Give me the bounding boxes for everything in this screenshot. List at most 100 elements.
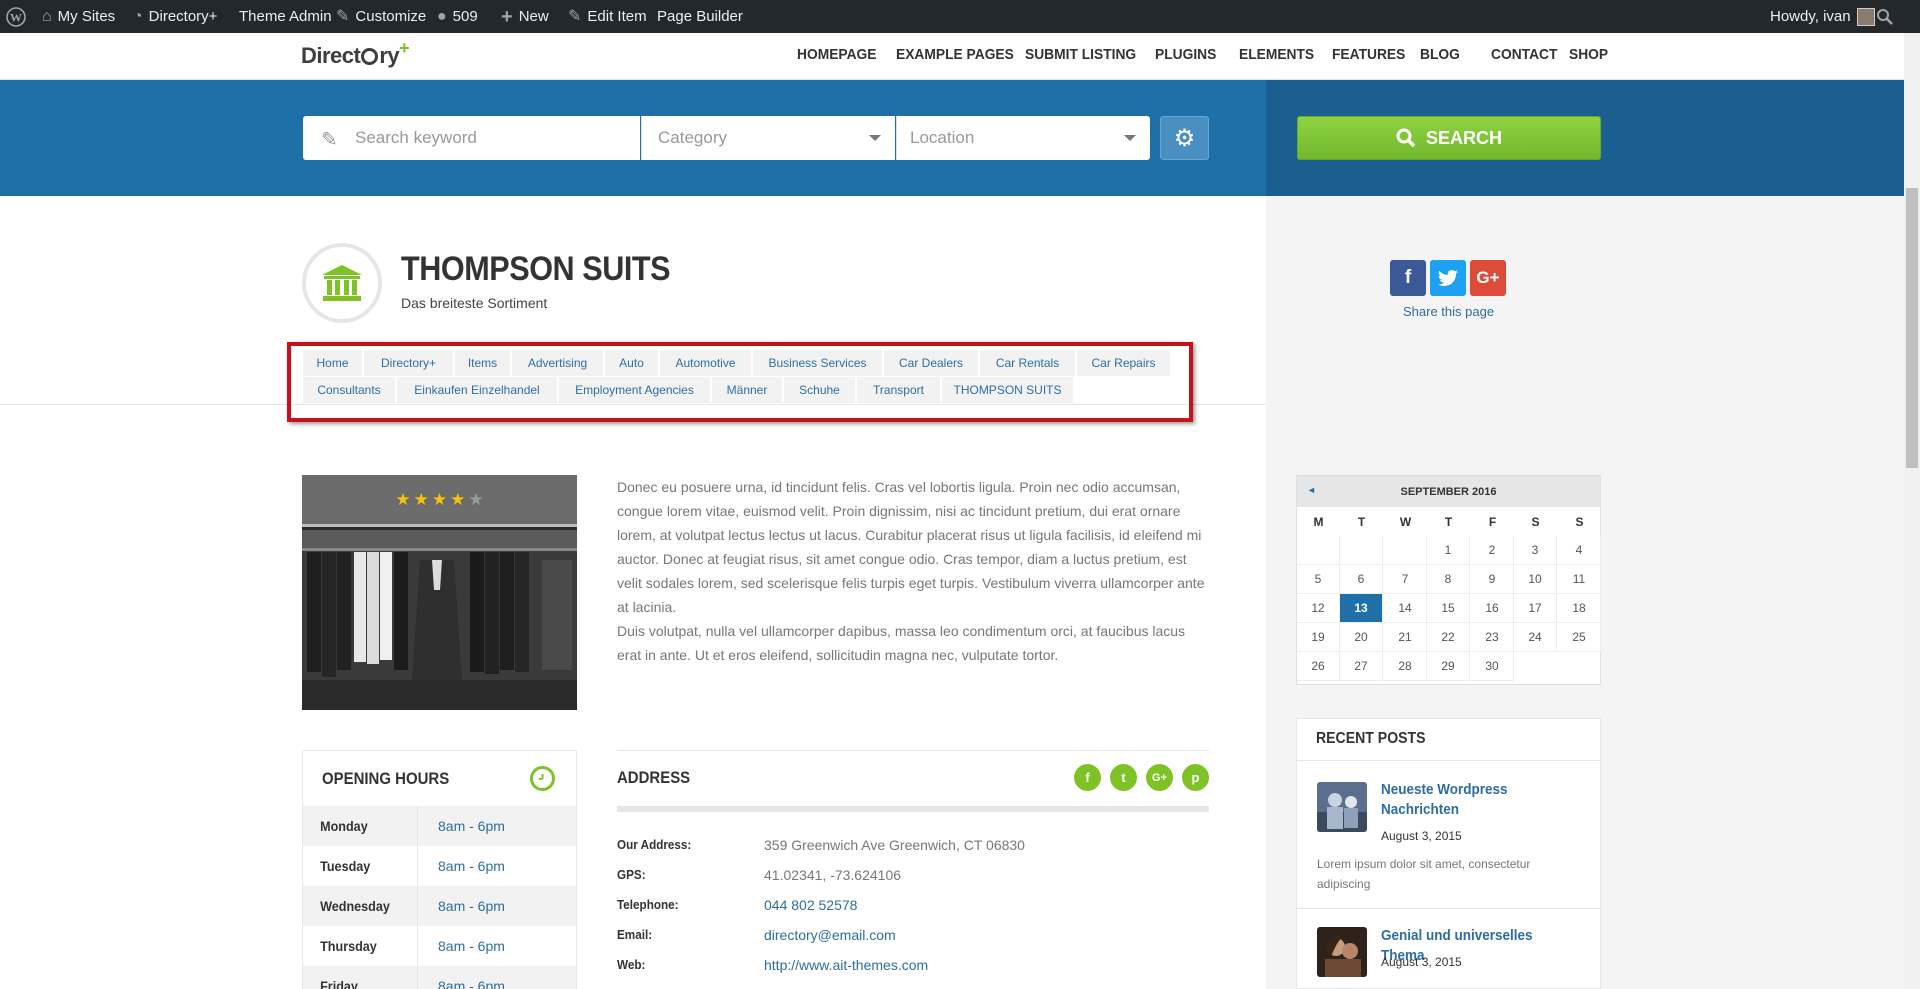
calendar-day[interactable]: 26 — [1297, 652, 1340, 681]
calendar-empty-cell — [1340, 536, 1383, 565]
calendar-day[interactable]: 24 — [1514, 623, 1557, 652]
calendar-day[interactable]: 6 — [1340, 565, 1383, 594]
search-button[interactable]: SEARCH — [1297, 116, 1601, 160]
address-label: Our Address: — [617, 837, 692, 852]
calendar-day[interactable]: 29 — [1427, 652, 1470, 681]
telephone-link[interactable]: 044 802 52578 — [764, 897, 857, 913]
calendar-day[interactable]: 16 — [1471, 594, 1514, 623]
hours-day: Monday — [320, 818, 368, 834]
calendar-day[interactable]: 20 — [1340, 623, 1383, 652]
breadcrumb-car-repairs[interactable]: Car Repairs — [1077, 350, 1171, 376]
nav-plugins[interactable]: PLUGINS — [1155, 46, 1216, 63]
calendar-day-today[interactable]: 13 — [1340, 594, 1383, 623]
calendar-day[interactable]: 19 — [1297, 623, 1340, 652]
calendar-day[interactable]: 22 — [1427, 623, 1470, 652]
breadcrumb-einkaufen[interactable]: Einkaufen Einzelhandel — [397, 377, 558, 403]
nav-example-pages[interactable]: EXAMPLE PAGES — [896, 46, 1014, 63]
new-content-menu[interactable]: + New — [501, 0, 549, 33]
bank-icon — [322, 265, 362, 301]
nav-contact[interactable]: CONTACT — [1491, 46, 1557, 63]
nav-shop[interactable]: SHOP — [1569, 46, 1608, 63]
account-menu[interactable]: Howdy, ivan — [1770, 0, 1875, 33]
post-thumbnail[interactable] — [1317, 782, 1367, 832]
customize-menu[interactable]: ✎ Customize — [336, 0, 426, 33]
post-title-link[interactable]: Neueste Wordpress Nachrichten — [1381, 780, 1561, 820]
advanced-search-button[interactable]: ⚙ — [1160, 116, 1209, 160]
calendar-day[interactable]: 1 — [1427, 536, 1470, 565]
facebook-share-button[interactable]: f — [1390, 260, 1426, 296]
post-thumbnail[interactable] — [1317, 927, 1367, 977]
breadcrumb-business-services[interactable]: Business Services — [753, 350, 883, 376]
breadcrumb-items[interactable]: Items — [455, 350, 511, 376]
nav-features[interactable]: FEATURES — [1332, 46, 1405, 63]
scrollbar-thumb[interactable] — [1906, 188, 1918, 468]
calendar-day[interactable]: 25 — [1558, 623, 1601, 652]
email-link[interactable]: directory@email.com — [764, 927, 896, 943]
calendar-day[interactable]: 18 — [1558, 594, 1601, 623]
google-plus-icon[interactable]: G+ — [1146, 764, 1173, 791]
scrollbar[interactable] — [1904, 33, 1920, 989]
breadcrumb-transport[interactable]: Transport — [857, 377, 941, 403]
calendar-day[interactable]: 7 — [1384, 565, 1427, 594]
breadcrumb-home[interactable]: Home — [303, 350, 363, 376]
breadcrumb-automotive[interactable]: Automotive — [660, 350, 752, 376]
google-plus-share-button[interactable]: G+ — [1470, 260, 1506, 296]
breadcrumb-car-rentals[interactable]: Car Rentals — [980, 350, 1076, 376]
pinterest-icon[interactable]: p — [1182, 764, 1209, 791]
calendar-day[interactable]: 27 — [1340, 652, 1383, 681]
site-logo[interactable]: Direct ry+ — [301, 38, 410, 69]
twitter-share-button[interactable] — [1430, 260, 1466, 296]
theme-admin-menu[interactable]: Theme Admin — [239, 0, 332, 33]
calendar-day[interactable]: 4 — [1558, 536, 1601, 565]
nav-submit-listing[interactable]: SUBMIT LISTING — [1025, 46, 1136, 63]
comment-icon: ● — [437, 7, 447, 25]
breadcrumb-advertising[interactable]: Advertising — [512, 350, 604, 376]
keyword-field[interactable]: ✎ Search keyword — [303, 116, 640, 160]
calendar-day[interactable]: 2 — [1471, 536, 1514, 565]
location-select[interactable]: Location — [896, 116, 1150, 160]
calendar-day[interactable]: 10 — [1514, 565, 1557, 594]
calendar-day[interactable]: 28 — [1384, 652, 1427, 681]
twitter-icon[interactable]: t — [1110, 764, 1137, 791]
nav-blog[interactable]: BLOG — [1420, 46, 1460, 63]
calendar-day[interactable]: 8 — [1427, 565, 1470, 594]
calendar-day[interactable]: 14 — [1384, 594, 1427, 623]
calendar-day[interactable]: 3 — [1514, 536, 1557, 565]
breadcrumb-consultants[interactable]: Consultants — [303, 377, 396, 403]
facebook-icon[interactable]: f — [1074, 764, 1101, 791]
breadcrumb-employment-agencies[interactable]: Employment Agencies — [559, 377, 711, 403]
breadcrumb-car-dealers[interactable]: Car Dealers — [884, 350, 979, 376]
calendar-day[interactable]: 21 — [1384, 623, 1427, 652]
comments-menu[interactable]: ● 509 — [437, 0, 478, 33]
calendar-day[interactable]: 17 — [1514, 594, 1557, 623]
page-builder-menu[interactable]: Page Builder — [657, 0, 743, 33]
calendar-day[interactable]: 15 — [1427, 594, 1470, 623]
breadcrumb-manner[interactable]: Männer — [712, 377, 783, 403]
clock-icon — [530, 766, 555, 791]
edit-item-menu[interactable]: ✎ Edit Item — [568, 0, 647, 33]
calendar-day[interactable]: 23 — [1471, 623, 1514, 652]
nav-homepage[interactable]: HOMEPAGE — [797, 46, 876, 63]
item-photo[interactable]: ★ ★ ★ ★ ★ — [302, 475, 577, 710]
calendar-day[interactable]: 12 — [1297, 594, 1340, 623]
comments-count: 509 — [452, 8, 478, 25]
site-name-menu[interactable]: ◔ Directory+ — [133, 0, 217, 33]
category-placeholder: Category — [658, 128, 727, 147]
breadcrumb-schuhe[interactable]: Schuhe — [784, 377, 856, 403]
wordpress-logo-icon[interactable]: W — [6, 0, 26, 33]
calendar-day[interactable]: 9 — [1471, 565, 1514, 594]
chevron-down-icon — [869, 135, 881, 141]
keyword-placeholder: Search keyword — [355, 128, 477, 147]
calendar-day[interactable]: 5 — [1297, 565, 1340, 594]
search-icon[interactable] — [1876, 0, 1894, 33]
web-link[interactable]: http://www.ait-themes.com — [764, 957, 928, 973]
calendar-day[interactable]: 30 — [1471, 652, 1514, 681]
sites-icon: ⌂ — [42, 7, 52, 25]
category-select[interactable]: Category — [641, 116, 895, 160]
breadcrumb-auto[interactable]: Auto — [605, 350, 659, 376]
calendar-prev-icon[interactable]: ◄ — [1307, 485, 1316, 495]
my-sites-menu[interactable]: ⌂ My Sites — [42, 0, 115, 33]
breadcrumb-directory[interactable]: Directory+ — [364, 350, 454, 376]
nav-elements[interactable]: ELEMENTS — [1239, 46, 1314, 63]
calendar-day[interactable]: 11 — [1558, 565, 1601, 594]
